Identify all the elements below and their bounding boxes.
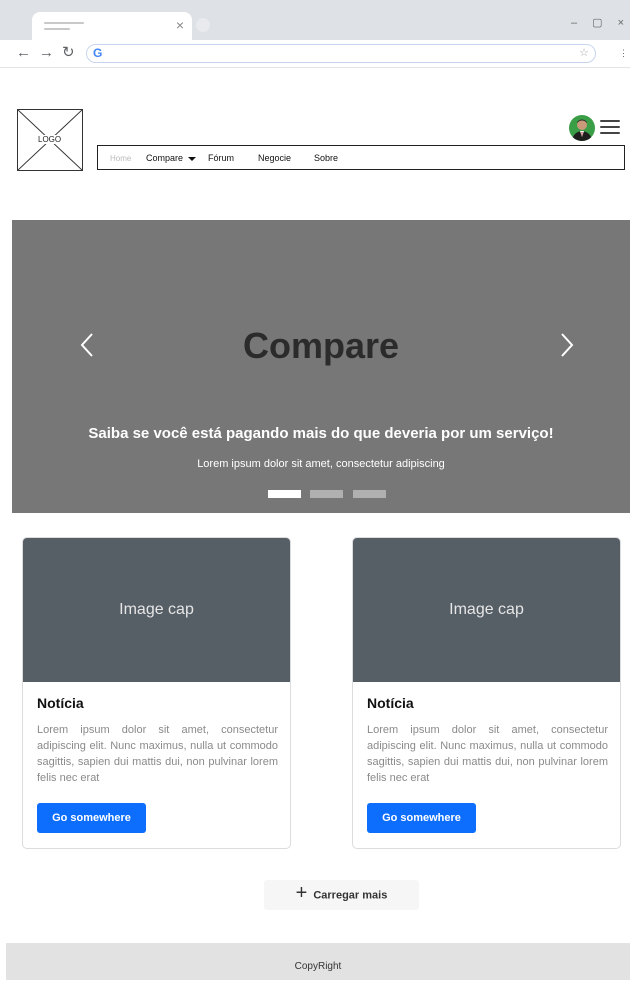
card-title: Notícia: [367, 695, 414, 711]
nav-item-negocie[interactable]: Negocie: [258, 153, 291, 163]
forward-icon[interactable]: →: [39, 45, 54, 61]
go-somewhere-button[interactable]: Go somewhere: [37, 803, 146, 833]
news-card: Image cap Notícia Lorem ipsum dolor sit …: [22, 537, 291, 849]
tab-title-placeholder: [44, 28, 70, 30]
card-text: Lorem ipsum dolor sit amet, consectetur …: [367, 724, 608, 784]
main-navbar: Home Compare Fórum Negocie Sobre: [97, 145, 625, 170]
back-icon[interactable]: ←: [16, 45, 31, 61]
window-controls[interactable]: – ▢ ×: [571, 16, 630, 29]
url-input[interactable]: G ☆: [86, 44, 596, 63]
carousel-caption: Saiba se você está pagando mais do que d…: [88, 425, 554, 442]
card-title: Notícia: [37, 695, 84, 711]
load-more-button[interactable]: + Carregar mais: [264, 880, 419, 910]
nav-item-compare[interactable]: Compare: [146, 153, 197, 163]
tab-title-placeholder: [44, 22, 84, 24]
carousel-indicator-3[interactable]: [353, 490, 386, 498]
nav-item-compare-label: Compare: [146, 153, 184, 163]
new-tab-button[interactable]: [196, 18, 210, 32]
news-card: Image cap Notícia Lorem ipsum dolor sit …: [352, 537, 621, 849]
google-icon: G: [93, 46, 103, 60]
footer: CopyRight: [6, 943, 630, 980]
nav-item-forum[interactable]: Fórum: [208, 153, 234, 163]
logo[interactable]: LOGO: [17, 109, 83, 171]
hamburger-menu-icon[interactable]: [600, 120, 620, 135]
card-image-cap: Image cap: [353, 538, 620, 682]
browser-address-bar: ← → ↻ G ☆ ⋮: [0, 40, 630, 68]
carousel-subtitle: Lorem ipsum dolor sit amet, consectetur …: [197, 458, 445, 470]
bookmark-star-icon[interactable]: ☆: [579, 46, 589, 59]
carousel-indicator-1[interactable]: [268, 490, 301, 498]
carousel-title: Compare: [242, 325, 400, 366]
card-image-cap: Image cap: [23, 538, 290, 682]
logo-text: LOGO: [37, 135, 63, 144]
nav-item-sobre[interactable]: Sobre: [314, 153, 338, 163]
load-more-label: Carregar mais: [313, 888, 388, 901]
carousel-indicator-2[interactable]: [310, 490, 343, 498]
plus-icon: +: [295, 881, 308, 904]
close-tab-icon[interactable]: ×: [176, 16, 184, 34]
user-avatar[interactable]: [569, 115, 595, 141]
reload-icon[interactable]: ↻: [62, 45, 75, 61]
hero-carousel: Compare Saiba se você está pagando mais …: [12, 220, 630, 513]
browser-tab-bar: × – ▢ ×: [0, 0, 630, 40]
user-photo-icon: [572, 119, 592, 141]
go-somewhere-button[interactable]: Go somewhere: [367, 803, 476, 833]
nav-item-home[interactable]: Home: [110, 154, 131, 163]
copyright-text: CopyRight: [294, 961, 342, 972]
browser-tab[interactable]: ×: [32, 12, 192, 40]
chevron-down-icon: [188, 156, 197, 161]
browser-menu-icon[interactable]: ⋮: [619, 48, 628, 59]
card-text: Lorem ipsum dolor sit amet, consectetur …: [37, 724, 278, 784]
